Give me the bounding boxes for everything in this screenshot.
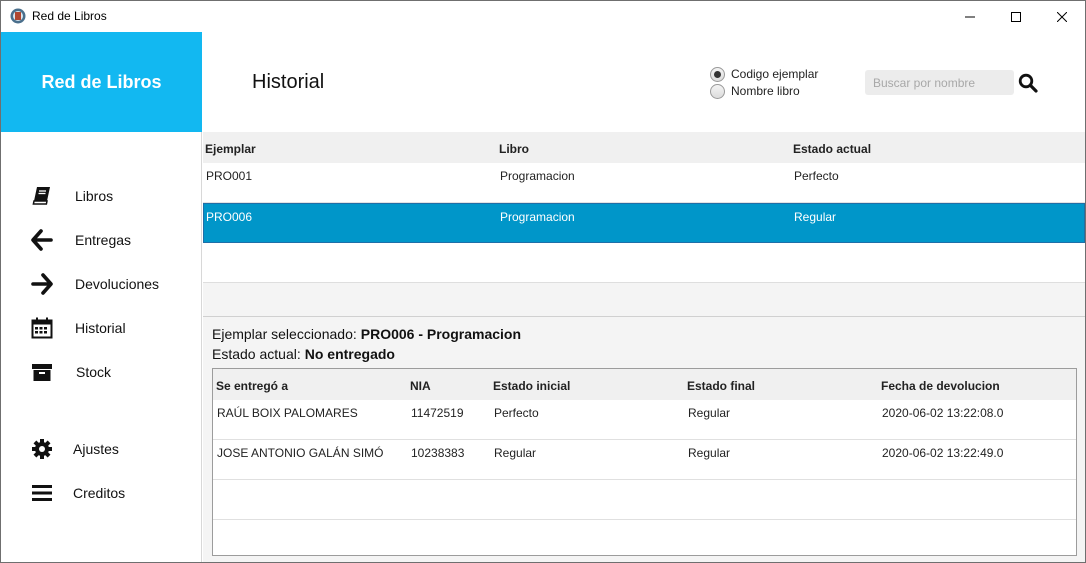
table-row[interactable]: PRO001 Programacion Perfecto — [203, 163, 1085, 203]
selected-copy-value: PRO006 - Programacion — [360, 326, 522, 342]
minimize-icon — [965, 16, 975, 17]
sidebar-item-historial[interactable]: Historial — [1, 309, 201, 345]
sidebar-item-entregas[interactable]: Entregas — [1, 221, 201, 257]
window-title: Red de Libros — [32, 9, 107, 23]
cell-nia: 10238383 — [411, 446, 465, 460]
cell-nombre: RAÚL BOIX PALOMARES — [217, 406, 358, 420]
sidebar-item-label: Ajustes — [73, 441, 119, 457]
archive-box-icon — [32, 364, 52, 381]
sidebar-item-label: Creditos — [73, 485, 126, 501]
brand-banner: Red de Libros — [1, 32, 202, 132]
arrow-left-icon — [31, 229, 53, 251]
column-header-nia[interactable]: NIA — [410, 379, 431, 393]
page-title: Historial — [252, 71, 325, 93]
gear-icon — [32, 439, 52, 459]
calendar-icon — [31, 317, 53, 339]
sidebar-item-label: Libros — [75, 188, 114, 204]
table-header: Se entregó a NIA Estado inicial Estado f… — [213, 369, 1076, 400]
sidebar-item-creditos[interactable]: Creditos — [1, 474, 201, 510]
radio-nombre-libro[interactable]: Nombre libro — [710, 83, 800, 99]
table-row-selected[interactable]: PRO006 Programacion Regular — [203, 203, 1085, 243]
table-footer — [203, 282, 1085, 317]
sidebar-item-libros[interactable]: Libros — [1, 177, 201, 213]
close-button[interactable] — [1039, 1, 1085, 32]
table-row-empty — [213, 480, 1076, 520]
radio-label: Nombre libro — [731, 84, 800, 98]
app-icon — [10, 8, 26, 24]
radio-button-checked[interactable] — [710, 66, 725, 82]
table-row-empty — [203, 243, 1085, 283]
cell-estado: Regular — [794, 210, 837, 224]
cell-fecha: 2020-06-02 13:22:49.0 — [882, 446, 1004, 460]
column-header-estado-final[interactable]: Estado final — [687, 379, 755, 393]
minimize-button[interactable] — [947, 1, 993, 32]
cell-libro: Programacion — [500, 210, 575, 224]
column-header-ejemplar[interactable]: Ejemplar — [205, 142, 256, 156]
radio-button[interactable] — [710, 83, 725, 99]
table-row-empty — [213, 520, 1076, 555]
sidebar: Red de Libros Libros Entregas Devolucion… — [1, 32, 202, 562]
column-header-fecha-devolucion[interactable]: Fecha de devolucion — [881, 379, 1000, 393]
brand-title: Red de Libros — [41, 71, 162, 92]
cell-ejemplar: PRO006 — [206, 210, 253, 224]
column-header-estado[interactable]: Estado actual — [793, 142, 871, 156]
table-row[interactable]: JOSE ANTONIO GALÁN SIMÓ 10238383 Regular… — [213, 440, 1076, 480]
sidebar-item-devoluciones[interactable]: Devoluciones — [1, 265, 201, 301]
current-state-value: No entregado — [304, 346, 395, 362]
sidebar-item-label: Stock — [76, 364, 112, 380]
cell-nia: 11472519 — [411, 406, 464, 420]
table-header: Ejemplar Libro Estado actual — [203, 132, 1085, 163]
maximize-icon — [1011, 11, 1021, 22]
cell-estado-inicial: Regular — [494, 446, 537, 460]
column-header-estado-inicial[interactable]: Estado inicial — [493, 379, 570, 393]
column-header-libro[interactable]: Libro — [499, 142, 529, 156]
sidebar-item-stock[interactable]: Stock — [1, 353, 201, 389]
book-icon — [32, 187, 50, 205]
search-input[interactable] — [865, 70, 1014, 95]
cell-estado: Perfecto — [794, 169, 839, 183]
arrow-right-icon — [31, 273, 53, 295]
current-state-line: Estado actual: No entregado — [212, 346, 395, 362]
title-bar: Red de Libros — [1, 1, 1085, 32]
cell-libro: Programacion — [500, 169, 575, 183]
selected-copy-line: Ejemplar seleccionado: PRO006 - Programac… — [212, 326, 521, 342]
app-window: Red de Libros Red de Libros Libros Entre… — [0, 0, 1086, 563]
menu-bars-icon — [32, 485, 52, 501]
table-row[interactable]: RAÚL BOIX PALOMARES 11472519 Perfecto Re… — [213, 400, 1076, 440]
cell-nombre: JOSE ANTONIO GALÁN SIMÓ — [217, 446, 384, 460]
radio-label: Codigo ejemplar — [731, 67, 819, 81]
history-table: Se entregó a NIA Estado inicial Estado f… — [212, 368, 1077, 556]
current-state-label: Estado actual: — [212, 346, 301, 362]
selected-copy-label: Ejemplar seleccionado: — [212, 326, 357, 342]
column-header-se-entrego-a[interactable]: Se entregó a — [216, 379, 288, 393]
sidebar-item-ajustes[interactable]: Ajustes — [1, 430, 201, 466]
copies-table: Ejemplar Libro Estado actual PRO001 Prog… — [203, 132, 1085, 317]
cell-estado-final: Regular — [688, 406, 731, 420]
search-icon[interactable] — [1018, 73, 1038, 93]
radio-codigo-ejemplar[interactable]: Codigo ejemplar — [710, 66, 818, 82]
sidebar-item-label: Historial — [75, 320, 126, 336]
cell-fecha: 2020-06-02 13:22:08.0 — [882, 406, 1004, 420]
cell-estado-inicial: Perfecto — [494, 406, 539, 420]
cell-ejemplar: PRO001 — [206, 169, 253, 183]
sidebar-item-label: Entregas — [75, 232, 132, 248]
maximize-button[interactable] — [993, 1, 1039, 32]
sidebar-item-label: Devoluciones — [75, 276, 160, 292]
detail-panel: Ejemplar seleccionado: PRO006 - Programac… — [203, 317, 1085, 562]
close-icon — [1057, 11, 1067, 22]
cell-estado-final: Regular — [688, 446, 731, 460]
